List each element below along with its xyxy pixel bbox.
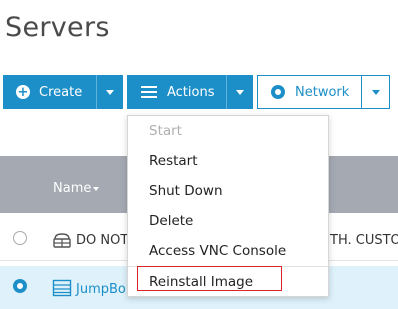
create-button[interactable]: + Create — [3, 75, 96, 109]
column-header-name[interactable]: Name — [53, 181, 100, 196]
menu-item-access-vnc-console[interactable]: Access VNC Console — [149, 243, 286, 259]
actions-button[interactable]: Actions — [127, 75, 226, 109]
network-dropdown-toggle[interactable] — [361, 75, 390, 109]
row-radio[interactable] — [13, 231, 27, 245]
caret-down-icon — [371, 89, 380, 95]
caret-down-icon — [106, 89, 114, 95]
plus-circle-icon: + — [16, 84, 30, 100]
actions-dropdown-toggle[interactable] — [226, 75, 253, 109]
page-title: Servers — [5, 12, 110, 43]
network-icon — [271, 85, 285, 99]
image-icon — [52, 279, 72, 297]
create-label: Create — [39, 84, 83, 100]
list-icon — [141, 86, 157, 98]
caret-down-icon — [236, 89, 244, 95]
sort-caret-icon — [93, 186, 100, 191]
network-label: Network — [295, 84, 350, 100]
row-name: DO NOT — [76, 233, 129, 248]
menu-item-shut-down[interactable]: Shut Down — [149, 183, 223, 199]
network-button[interactable]: Network — [257, 75, 362, 109]
actions-label: Actions — [167, 84, 215, 100]
menu-item-start: Start — [149, 123, 182, 139]
row-name-suffix: TH. CUSTO. — [330, 233, 398, 248]
row-radio-selected[interactable] — [13, 279, 27, 293]
menu-item-restart[interactable]: Restart — [149, 153, 198, 169]
create-dropdown-toggle[interactable] — [96, 75, 123, 109]
menu-item-delete[interactable]: Delete — [149, 213, 193, 229]
highlight-annotation — [137, 266, 282, 291]
row-name-link[interactable]: JumpBo — [76, 282, 126, 297]
server-icon — [53, 233, 71, 248]
